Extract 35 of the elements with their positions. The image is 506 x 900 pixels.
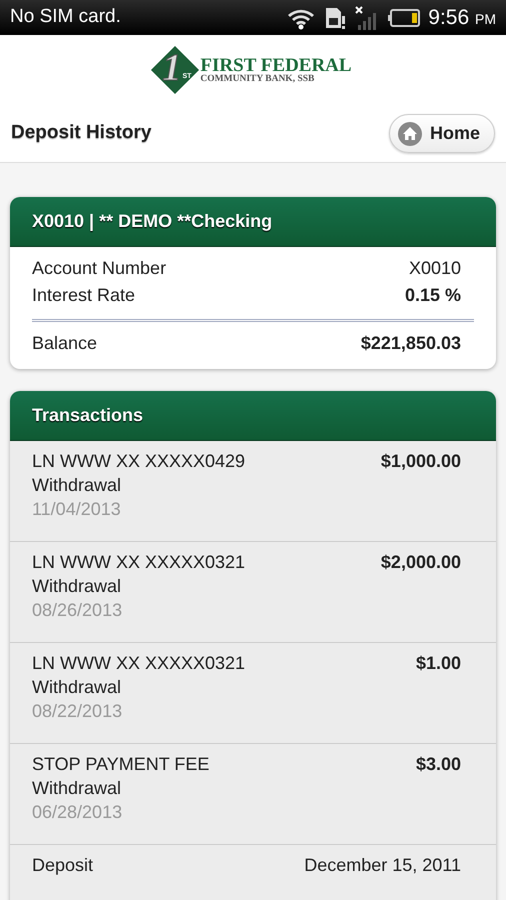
transaction-type: Withdrawal	[32, 474, 122, 497]
battery-icon	[388, 8, 420, 26]
field-label: Interest Rate	[32, 284, 136, 307]
transaction-description: STOP PAYMENT FEE	[32, 753, 210, 776]
logo-name: FIRST FEDERAL	[200, 56, 352, 75]
field-value: X0010	[408, 257, 461, 280]
balance-value: $221,850.03	[360, 332, 461, 355]
panel-header: Transactions	[10, 391, 496, 441]
transaction-type: Withdrawal	[32, 575, 122, 598]
transaction-date: 08/22/2013	[32, 701, 122, 721]
card-header: X0010 | ** DEMO **Checking	[10, 197, 496, 247]
clock-text: 9:56 PM	[428, 4, 496, 31]
sim-alert-icon	[324, 6, 346, 30]
transaction-amount: $1,000.00	[380, 450, 461, 473]
transaction-date: 11/04/2013	[32, 499, 121, 519]
transaction-description: LN WWW XX XXXXX0321	[32, 652, 246, 675]
field-label: Account Number	[32, 257, 166, 280]
transaction-amount: $2,000.00	[380, 551, 461, 574]
transaction-amount: $3.00	[416, 753, 461, 776]
field-value: 0.15 %	[404, 284, 461, 307]
carrier-text: No SIM card.	[10, 5, 121, 30]
transaction-date: 06/28/2013	[32, 802, 122, 822]
home-button[interactable]: Home	[388, 114, 495, 153]
balance-label: Balance	[32, 332, 98, 355]
logo-subtitle: COMMUNITY BANK, SSB	[200, 74, 316, 84]
transaction-type: Withdrawal	[32, 777, 122, 800]
transaction-date: 08/26/2013	[32, 600, 122, 620]
page-title: Deposit History	[11, 121, 152, 146]
transaction-type: Deposit	[32, 854, 94, 877]
transaction-type: Withdrawal	[32, 676, 122, 699]
transaction-description: LN WWW XX XXXXX0321	[32, 551, 246, 574]
home-icon	[398, 122, 422, 146]
transaction-description: LN WWW XX XXXXX0429	[32, 450, 246, 473]
transaction-amount: $1.00	[416, 652, 461, 675]
transaction-date: December 15, 2011	[304, 854, 461, 877]
